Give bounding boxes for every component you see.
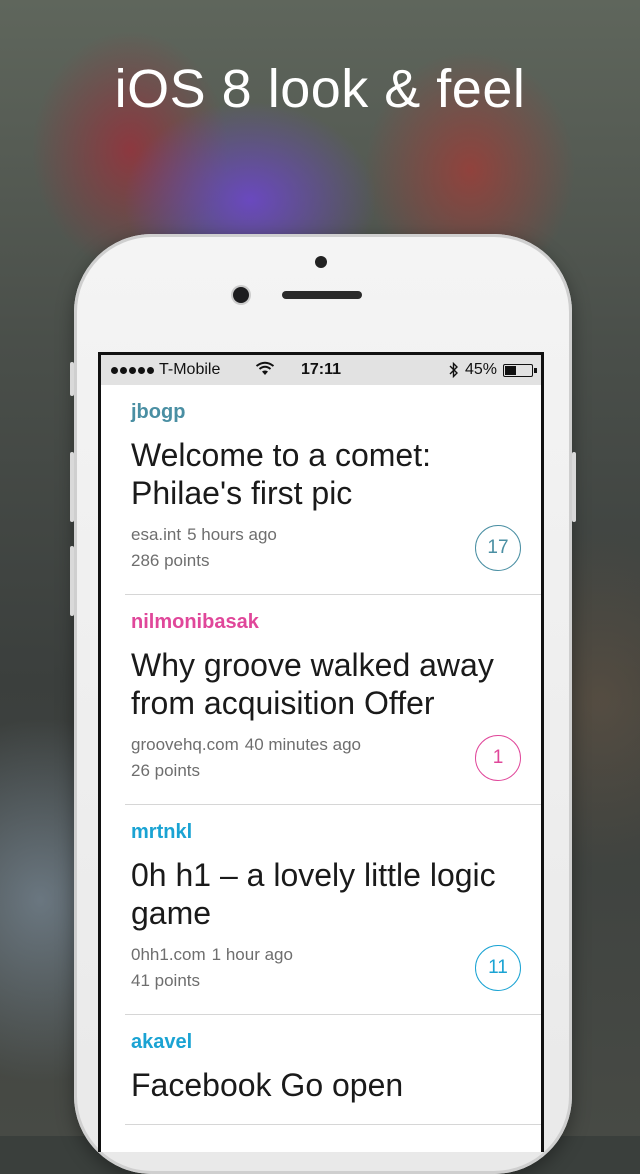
story-item[interactable]: jbogp Welcome to a comet: Philae's first… [125,385,541,595]
power-button [572,452,576,522]
story-username[interactable]: mrtnkl [131,821,192,846]
story-item[interactable]: nilmonibasak Why groove walked away from… [125,595,541,805]
story-item[interactable]: akavel Facebook Go open [125,1015,541,1125]
comment-count-button[interactable]: 1 [475,735,521,781]
battery-icon [503,363,537,377]
front-camera-icon [233,287,249,303]
bluetooth-icon [449,362,458,378]
story-time: 1 hour ago [211,945,293,964]
story-username[interactable]: akavel [131,1031,192,1056]
status-right-group: 45% [449,355,537,385]
story-item[interactable]: mrtnkl 0h h1 – a lovely little logic gam… [125,805,541,1015]
battery-percent: 45% [464,361,497,378]
story-domain: esa.int [131,525,182,544]
story-domain: groovehq.com [131,735,239,754]
story-title[interactable]: Why groove walked away from acquisition … [131,646,541,722]
comment-count-button[interactable]: 11 [475,945,521,991]
volume-down-button [70,546,74,616]
status-bar: T-Mobile 17:11 45% [101,355,541,385]
story-title[interactable]: 0h h1 – a lovely little logic game [131,856,541,932]
story-time: 5 hours ago [187,525,277,544]
story-title[interactable]: Welcome to a comet: Philae's first pic [131,436,541,512]
proximity-sensor [315,256,327,268]
headline: iOS 8 look & feel [114,59,526,119]
mute-switch [70,362,74,396]
volume-up-button [70,452,74,522]
phone-screen: T-Mobile 17:11 45% jbogp Welcome to a co… [98,352,544,1152]
story-time: 40 minutes ago [244,735,361,754]
comment-count-button[interactable]: 17 [475,525,521,571]
story-title[interactable]: Facebook Go open [131,1066,541,1104]
story-domain: 0hh1.com [131,945,206,964]
story-feed[interactable]: jbogp Welcome to a comet: Philae's first… [101,385,541,1125]
story-username[interactable]: jbogp [131,401,185,426]
story-username[interactable]: nilmonibasak [131,611,259,636]
earpiece-speaker [282,291,362,299]
